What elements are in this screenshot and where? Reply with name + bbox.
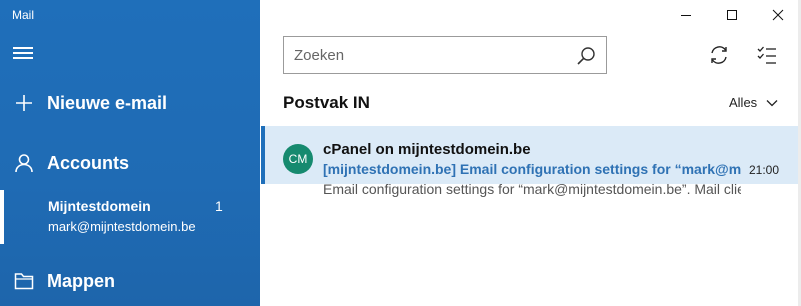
accounts-button[interactable]: Accounts	[0, 151, 260, 175]
new-mail-button[interactable]: Nieuwe e-mail	[0, 91, 260, 115]
hamburger-icon[interactable]	[13, 45, 33, 61]
new-mail-label: Nieuwe e-mail	[47, 92, 168, 113]
selected-indicator	[261, 126, 265, 184]
sidebar: Mail Nieuwe e-mail Accounts Mijntestdome…	[0, 0, 260, 306]
search-box[interactable]	[283, 36, 607, 74]
message-subject: [mijntestdomein.be] Email configuration …	[323, 161, 741, 177]
accounts-label: Accounts	[47, 152, 130, 173]
unread-count: 1	[215, 198, 223, 214]
selected-indicator	[0, 190, 4, 244]
close-button[interactable]	[755, 0, 801, 30]
folders-button[interactable]: Mappen	[0, 269, 260, 293]
chevron-down-icon	[766, 99, 778, 106]
folder-icon	[12, 269, 36, 293]
maximize-icon	[727, 10, 737, 20]
message-preview: Email configuration settings for “mark@m…	[323, 181, 741, 197]
avatar: CM	[283, 144, 313, 174]
minimize-button[interactable]	[663, 0, 709, 30]
message-row[interactable]: CM cPanel on mijntestdomein.be [mijntest…	[261, 126, 801, 197]
sync-icon	[711, 46, 727, 64]
plus-icon	[12, 91, 36, 115]
select-mode-button[interactable]	[754, 42, 780, 68]
maximize-button[interactable]	[709, 0, 755, 30]
sync-button[interactable]	[706, 42, 732, 68]
folder-title: Postvak IN	[283, 93, 370, 112]
account-name: Mijntestdomein	[48, 198, 151, 214]
folders-label: Mappen	[47, 270, 116, 291]
person-icon	[12, 151, 36, 175]
message-sender: cPanel on mijntestdomein.be	[323, 141, 531, 158]
select-icon	[757, 46, 776, 64]
account-item[interactable]: Mijntestdomein 1 mark@mijntestdomein.be	[0, 190, 260, 244]
message-time: 21:00	[749, 163, 780, 177]
minimize-icon	[681, 15, 691, 16]
filter-label: Alles	[729, 95, 758, 110]
close-icon	[772, 9, 784, 21]
account-email: mark@mijntestdomein.be	[48, 219, 196, 234]
search-input[interactable]	[294, 45, 564, 65]
filter-dropdown[interactable]: Alles	[729, 95, 778, 110]
app-title: Mail	[12, 8, 35, 22]
search-icon[interactable]	[576, 46, 596, 66]
